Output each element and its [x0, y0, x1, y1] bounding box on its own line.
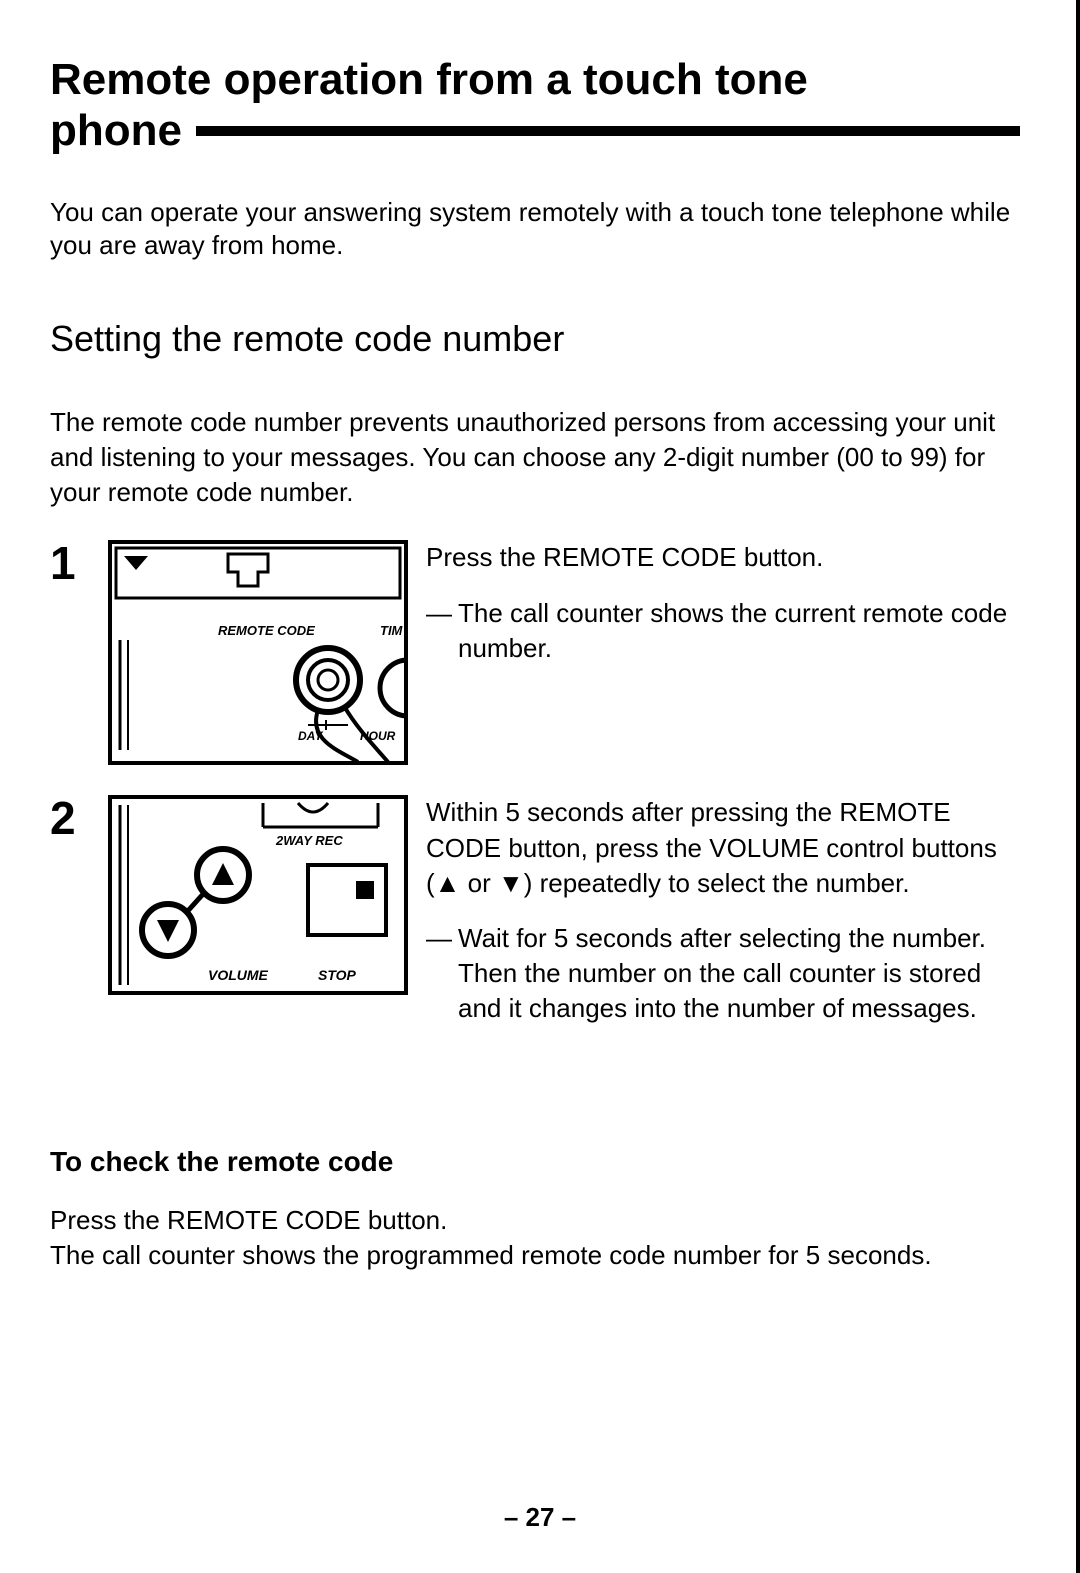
step-1-instruction: Press the REMOTE CODE button. — [426, 540, 1020, 575]
step-1-text: Press the REMOTE CODE button. — The call… — [426, 540, 1020, 665]
title-rule — [196, 126, 1020, 136]
step-number: 2 — [50, 795, 90, 841]
check-heading: To check the remote code — [50, 1146, 1020, 1178]
step-1-note-text: The call counter shows the current remot… — [458, 596, 1020, 666]
label-2way-rec: 2WAY REC — [275, 833, 343, 848]
title-line-2-row: phone — [50, 106, 1020, 156]
page-title-block: Remote operation from a touch tone phone — [50, 55, 1020, 156]
step-1: 1 REMOTE CODE TIM — [50, 540, 1020, 765]
label-tim: TIM — [380, 623, 404, 638]
step-1-note: — The call counter shows the current rem… — [426, 596, 1020, 666]
down-triangle-icon — [157, 920, 179, 942]
label-hour: HOUR — [360, 729, 396, 743]
dash-icon: — — [426, 596, 452, 666]
label-remote-code: REMOTE CODE — [218, 623, 315, 638]
step-2-note-text: Wait for 5 seconds after selecting the n… — [458, 921, 1020, 1026]
step-2-instruction: Within 5 seconds after pressing the REMO… — [426, 795, 1020, 900]
check-line-2: The call counter shows the programmed re… — [50, 1238, 1020, 1273]
label-stop: STOP — [318, 967, 357, 983]
stop-square-icon — [356, 881, 374, 899]
step-2-note: — Wait for 5 seconds after selecting the… — [426, 921, 1020, 1026]
section-body: The remote code number prevents unauthor… — [50, 405, 1020, 510]
volume-diagram: 2WAY REC VOLUME STOP — [108, 795, 408, 995]
manual-page: Remote operation from a touch tone phone… — [0, 0, 1080, 1573]
step-2: 2 2WAY REC — [50, 795, 1020, 1026]
label-day: DAY — [298, 729, 323, 743]
title-line-2: phone — [50, 106, 182, 156]
section-heading: Setting the remote code number — [50, 318, 1020, 360]
remote-code-diagram: REMOTE CODE TIM DAY HOUR — [108, 540, 408, 765]
label-volume: VOLUME — [208, 967, 269, 983]
check-line-1: Press the REMOTE CODE button. — [50, 1203, 1020, 1238]
page-number: – 27 – — [0, 1502, 1080, 1533]
steps-list: 1 REMOTE CODE TIM — [50, 540, 1020, 1026]
intro-paragraph: You can operate your answering system re… — [50, 196, 1020, 264]
step-1-figure: REMOTE CODE TIM DAY HOUR — [108, 540, 408, 765]
up-triangle-icon — [212, 863, 234, 885]
step-number: 1 — [50, 540, 90, 586]
check-body: Press the REMOTE CODE button. The call c… — [50, 1203, 1020, 1273]
scan-edge — [1076, 0, 1080, 1573]
dash-icon: — — [426, 921, 452, 1026]
step-2-figure: 2WAY REC VOLUME STOP — [108, 795, 408, 995]
title-line-1: Remote operation from a touch tone — [50, 55, 1020, 106]
step-2-text: Within 5 seconds after pressing the REMO… — [426, 795, 1020, 1026]
